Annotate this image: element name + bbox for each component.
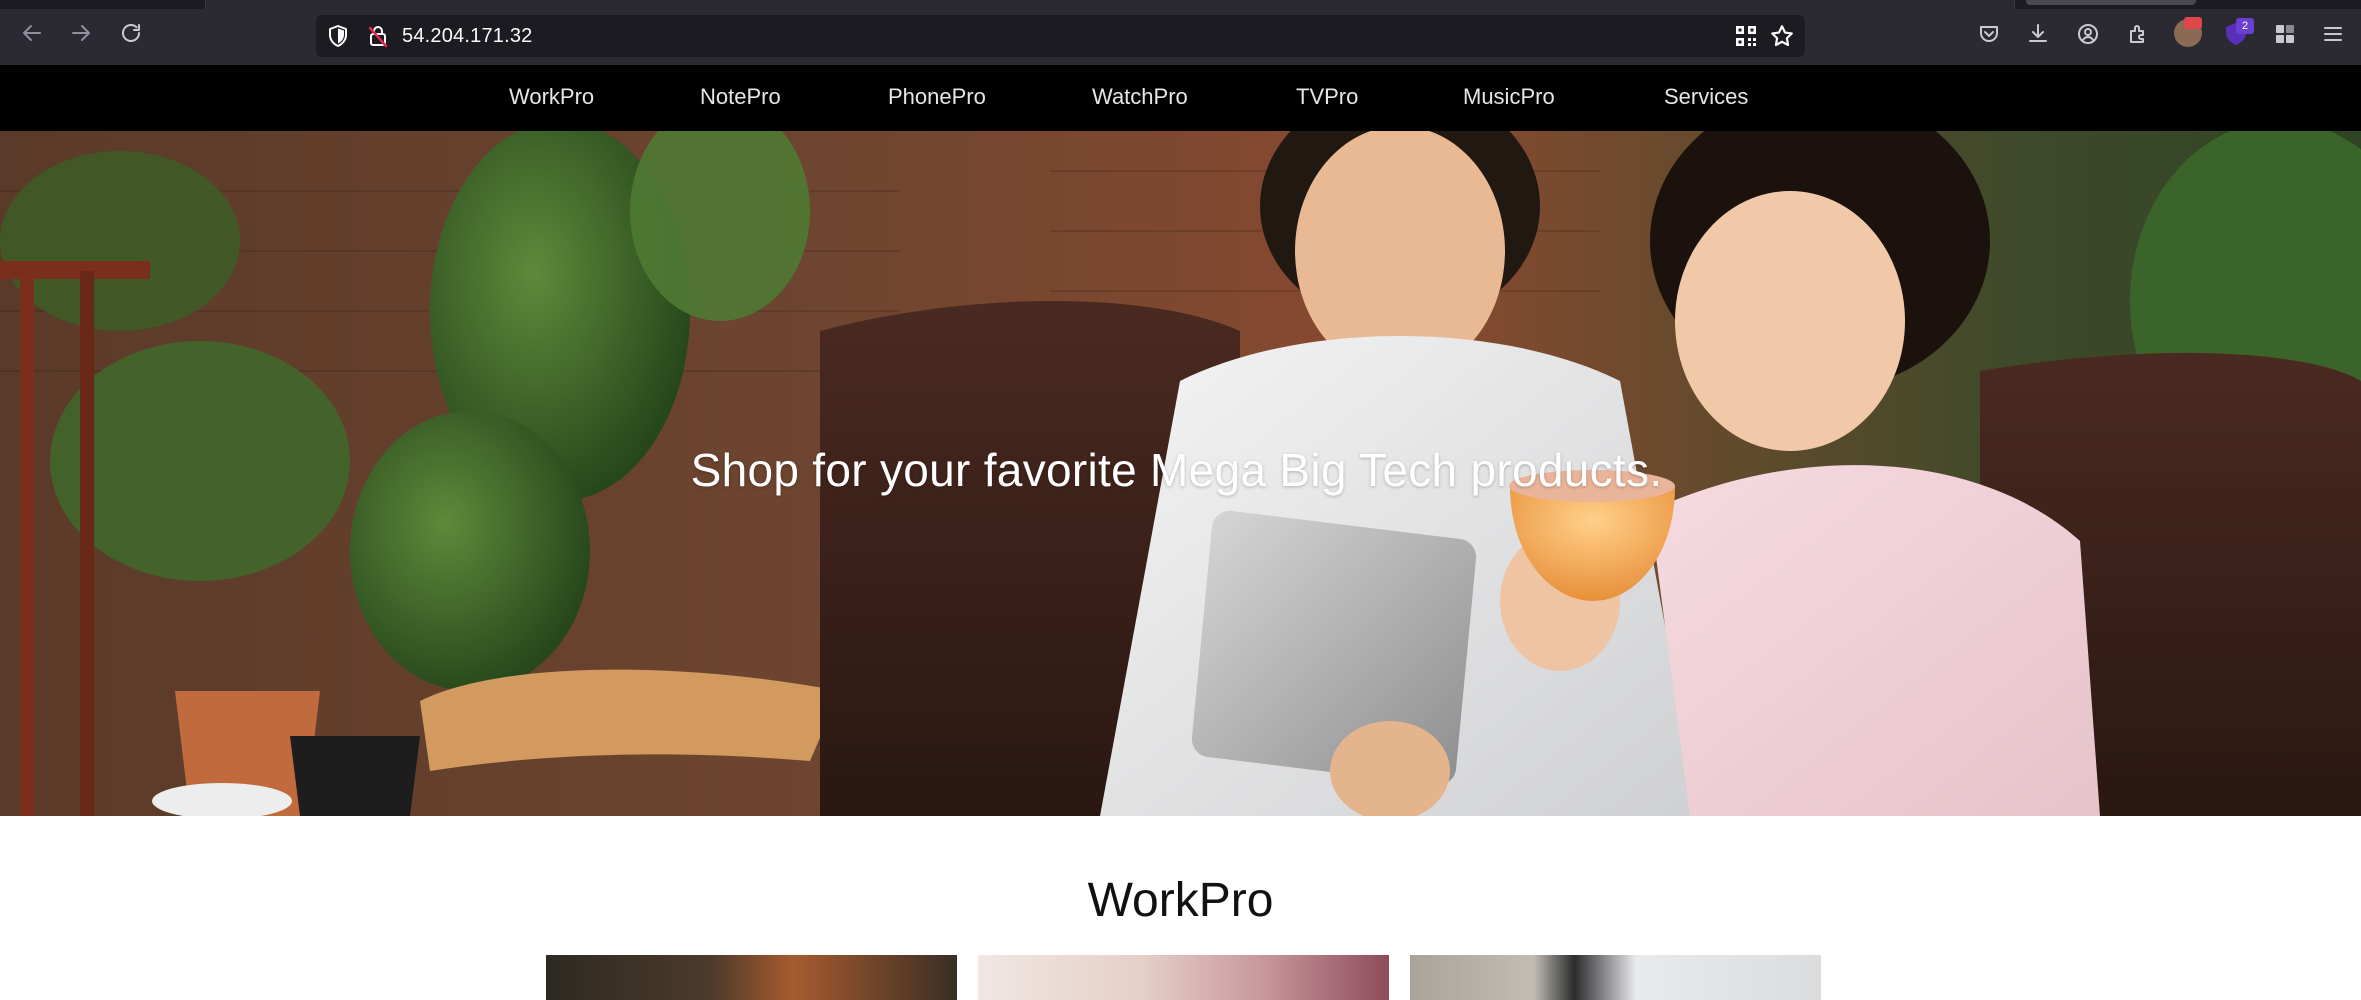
forward-button[interactable] <box>66 18 96 48</box>
tab-strip <box>0 0 2361 9</box>
lock-warning-icon[interactable] <box>366 24 390 48</box>
product-card-image[interactable] <box>546 955 957 1000</box>
url-bar[interactable]: 54.204.171.32 <box>316 15 1805 57</box>
nav-item-musicpro[interactable]: MusicPro <box>1463 84 1555 110</box>
hero-banner: Shop for your favorite Mega Big Tech pro… <box>0 131 2361 816</box>
menu-button[interactable] <box>2320 21 2346 47</box>
product-card-image[interactable] <box>978 955 1389 1000</box>
arrow-right-icon <box>72 25 90 41</box>
hero-headline: Shop for your favorite Mega Big Tech pro… <box>690 444 1663 496</box>
reload-button[interactable] <box>116 18 146 48</box>
reload-icon <box>122 24 140 42</box>
pocket-button[interactable] <box>1976 21 2002 47</box>
site-nav: WorkPro NotePro PhonePro WatchPro TVPro … <box>0 65 2361 131</box>
active-tab[interactable] <box>205 0 2015 9</box>
arrow-left-icon <box>23 25 41 41</box>
nav-item-tvpro[interactable]: TVPro <box>1296 84 1358 110</box>
account-icon <box>2078 24 2098 44</box>
extension-purple-icon[interactable]: 2 <box>2222 18 2254 47</box>
hamburger-menu-icon <box>2324 27 2342 41</box>
back-button[interactable] <box>17 18 47 48</box>
browser-toolbar: 54.204.171.32 2 <box>0 0 2361 65</box>
star-icon[interactable] <box>1769 23 1795 49</box>
nav-item-services[interactable]: Services <box>1664 84 1748 110</box>
download-icon <box>2029 24 2047 42</box>
downloads-button[interactable] <box>2025 21 2051 47</box>
nav-item-notepro[interactable]: NotePro <box>700 84 781 110</box>
extension-badge <box>2184 17 2202 29</box>
nav-list: WorkPro NotePro PhonePro WatchPro TVPro … <box>0 65 2361 131</box>
puzzle-icon <box>2130 25 2144 43</box>
shield-icon[interactable] <box>326 24 350 48</box>
account-button[interactable] <box>2075 21 2101 47</box>
product-card-image[interactable] <box>1410 955 1821 1000</box>
nav-item-watchpro[interactable]: WatchPro <box>1092 84 1188 110</box>
grid-icon <box>2276 25 2294 43</box>
extensions-button[interactable] <box>2124 21 2150 47</box>
nav-item-phonepro[interactable]: PhonePro <box>888 84 986 110</box>
pocket-icon <box>1980 26 1998 42</box>
section-title: WorkPro <box>1087 874 1274 927</box>
extension-fox-icon[interactable] <box>2174 17 2202 47</box>
qr-code-icon[interactable] <box>1735 25 1757 47</box>
overflow-button[interactable] <box>2272 21 2298 47</box>
url-text[interactable]: 54.204.171.32 <box>402 25 533 48</box>
nav-item-workpro[interactable]: WorkPro <box>509 84 594 110</box>
tab-indicator <box>2026 0 2196 5</box>
extension-count-badge: 2 <box>2236 18 2254 34</box>
